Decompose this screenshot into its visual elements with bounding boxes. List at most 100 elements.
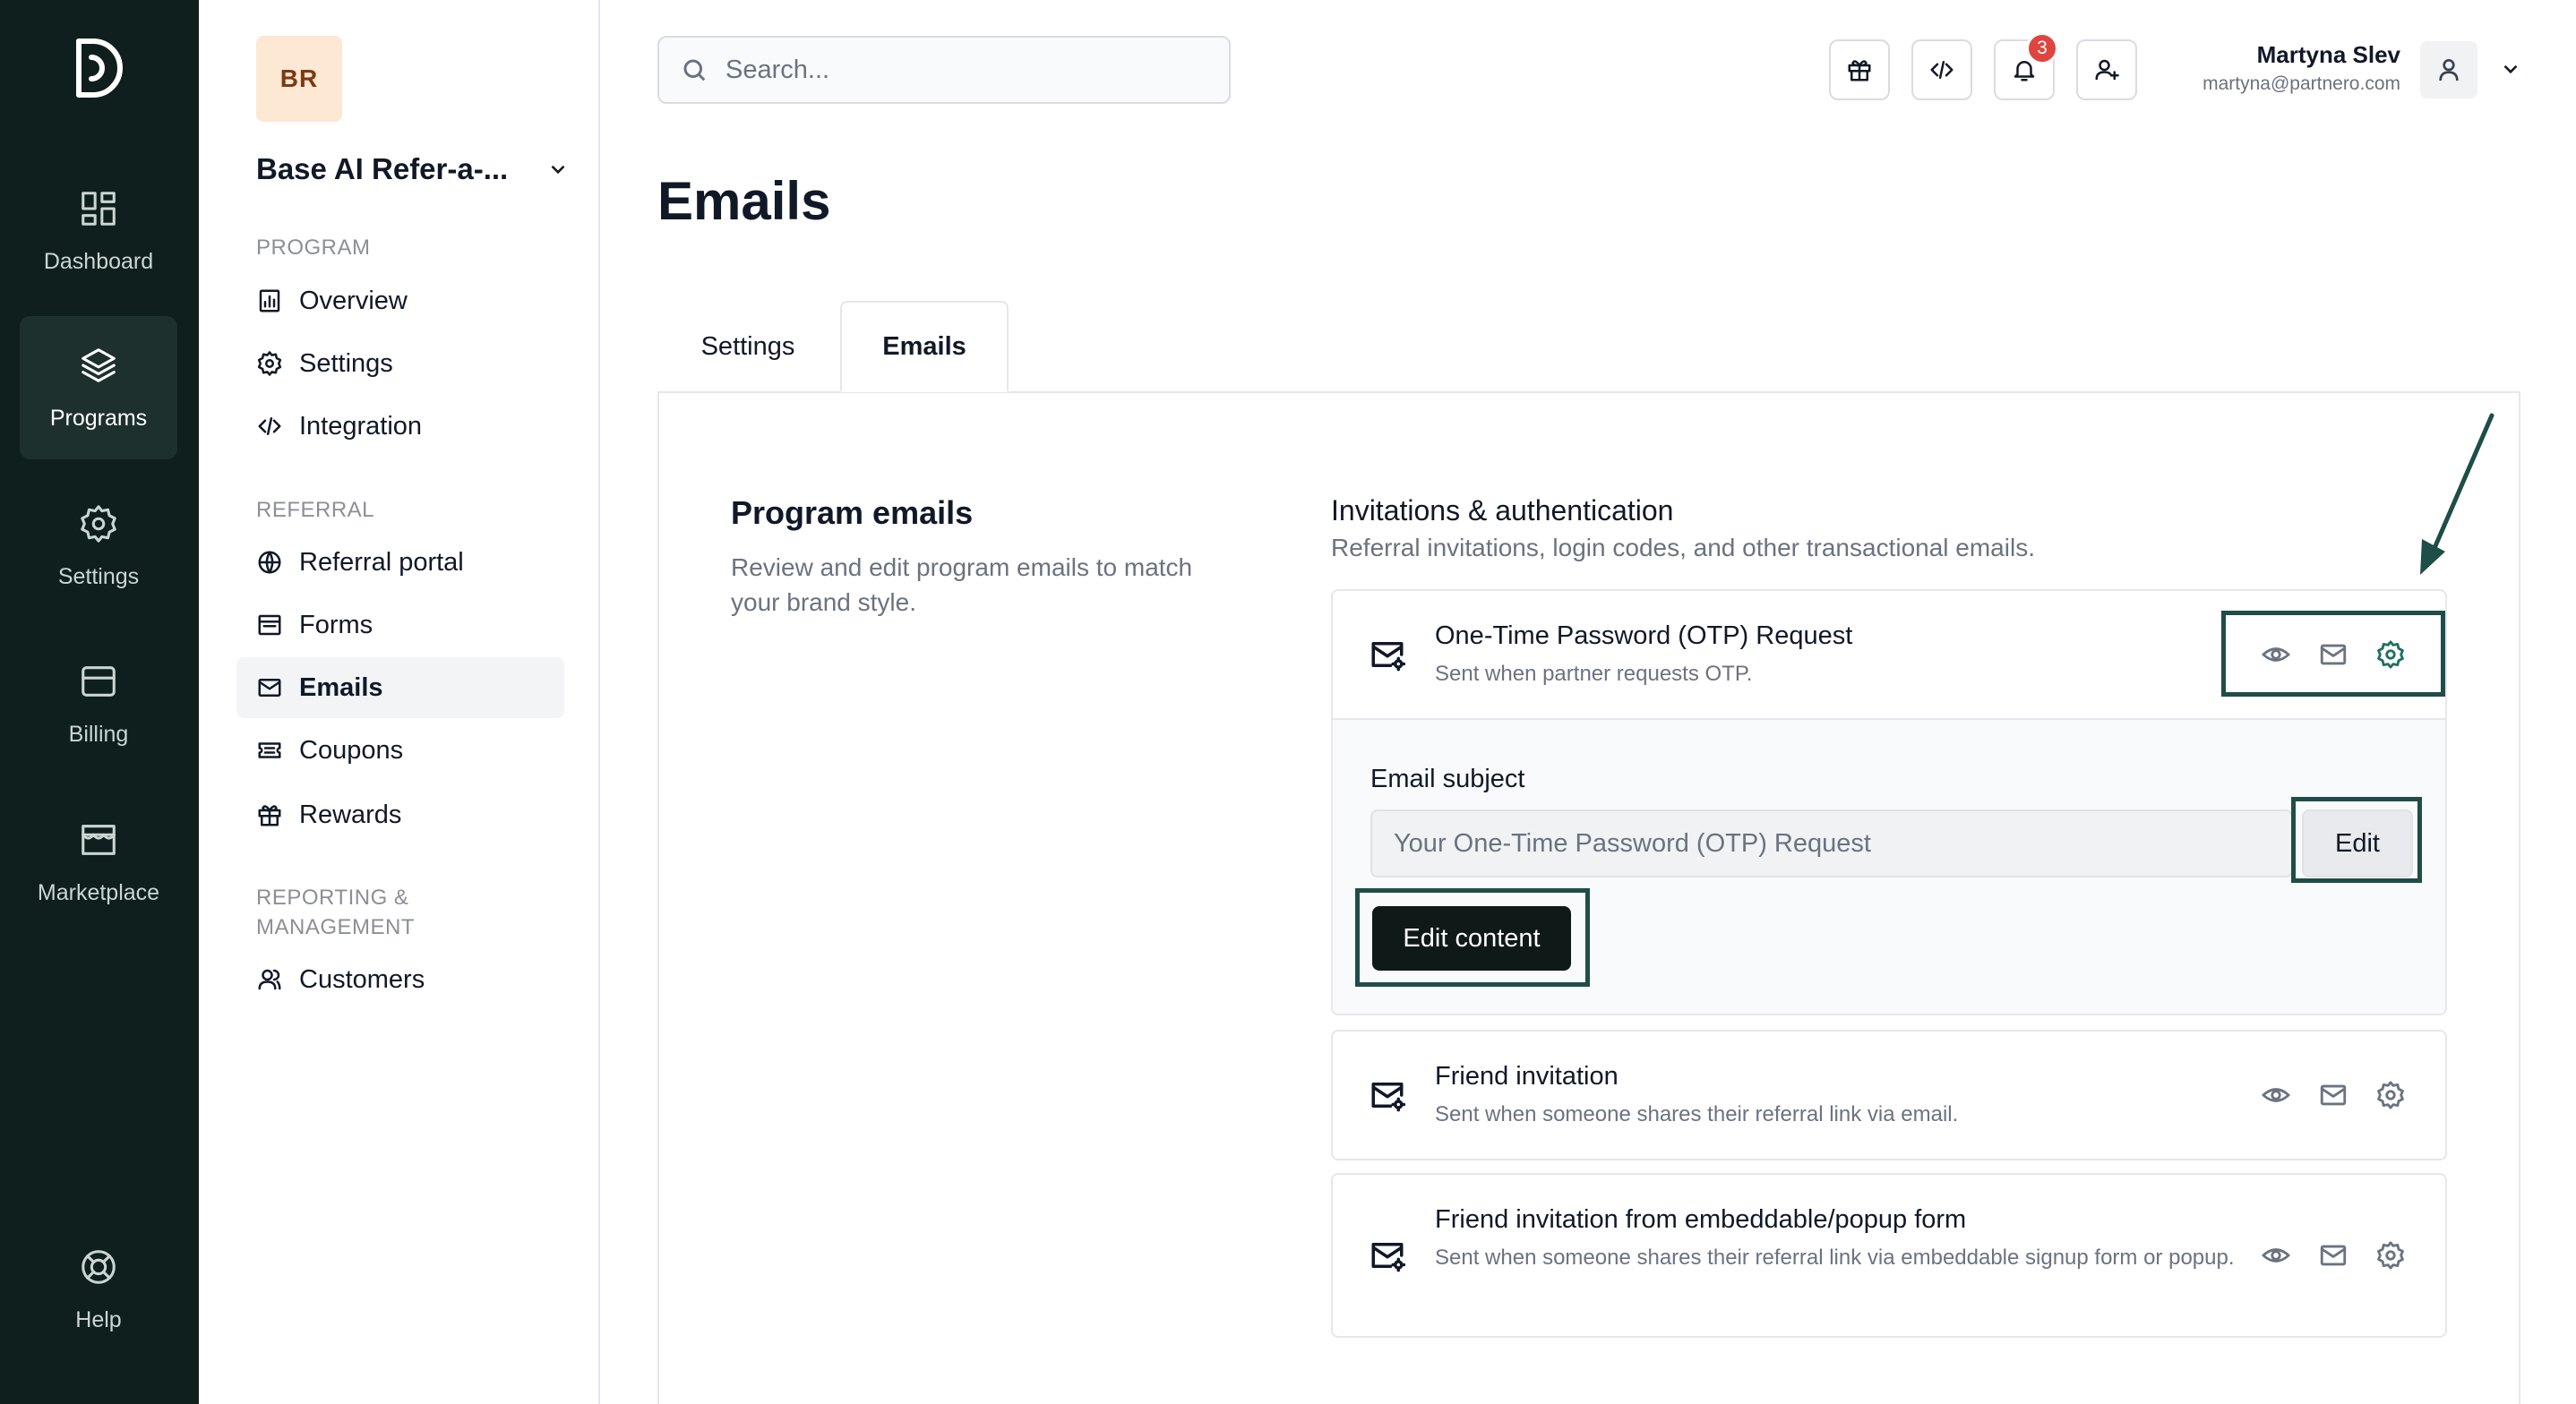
rail-item-dashboard[interactable]: Dashboard (20, 159, 177, 303)
tab-emails[interactable]: Emails (840, 301, 1009, 392)
notification-count-badge: 3 (2026, 32, 2058, 64)
send-test-button[interactable] (2318, 1080, 2348, 1110)
billing-icon (82, 665, 116, 697)
email-title: One-Time Password (OTP) Request (1435, 621, 1853, 650)
rail-item-settings[interactable]: Settings (20, 475, 177, 618)
code-icon (1930, 61, 1953, 79)
mail-icon (258, 679, 281, 697)
email-subject-input[interactable] (1370, 809, 2293, 878)
sidebar-item-customers[interactable]: Customers (236, 949, 564, 1010)
gear-icon (81, 504, 116, 543)
sidebar-item-label: Coupons (299, 735, 404, 765)
email-actions (2261, 1240, 2406, 1271)
chevron-down-icon (2503, 64, 2518, 74)
store-icon (82, 824, 116, 855)
email-title: Friend invitation from embeddable/popup … (1435, 1205, 1967, 1234)
mail-icon (2320, 1245, 2347, 1266)
users-icon (258, 969, 281, 990)
search-box[interactable] (657, 36, 1231, 104)
program-emails-title: Program emails (731, 494, 974, 531)
search-icon (683, 59, 706, 81)
sidebar-item-integration[interactable]: Integration (236, 396, 564, 457)
gear-icon (257, 351, 282, 376)
user-email: martyna@partnero.com (2202, 73, 2400, 94)
email-subtitle: Sent when partner requests OTP. (1435, 662, 1753, 686)
code-icon (258, 417, 281, 435)
highlight-edit-content-box (1355, 888, 1590, 987)
invite-user-button[interactable] (2076, 39, 2137, 100)
rail-item-label: Marketplace (37, 879, 160, 905)
sidebar-item-forms[interactable]: Forms (236, 595, 564, 655)
preview-button[interactable] (2261, 1240, 2291, 1271)
sidebar-item-emails[interactable]: Emails (236, 657, 564, 718)
email-subtitle: Sent when someone shares their referral … (1435, 1246, 2235, 1270)
group-description: Referral invitations, login codes, and o… (1331, 534, 2035, 561)
rail-item-label: Dashboard (43, 248, 154, 274)
sidebar-item-rewards[interactable]: Rewards (236, 784, 564, 845)
rail-item-help[interactable]: Help (20, 1218, 177, 1361)
chart-icon (259, 289, 280, 312)
notifications-button[interactable]: 3 (1994, 32, 2058, 100)
tab-settings[interactable]: Settings (657, 301, 838, 392)
sidebar-item-settings[interactable]: Settings (236, 333, 564, 394)
sidebar-item-label: Forms (299, 610, 374, 639)
eye-icon (2262, 1248, 2290, 1263)
mail-settings-icon (1369, 1237, 1406, 1274)
group-title: Invitations & authentication (1331, 494, 1674, 526)
email-card-header[interactable]: Friend invitation from embeddable/popup … (1333, 1175, 2445, 1336)
email-actions (2261, 1080, 2406, 1110)
preview-button[interactable] (2261, 1080, 2291, 1110)
program-sidebar: BR Base AI Refer-a-... PROGRAM Overview … (199, 0, 600, 1404)
code-button[interactable] (1911, 39, 1972, 100)
rail-item-label: Help (75, 1306, 122, 1332)
user-plus-icon (2095, 59, 2119, 81)
org-avatar: BR (256, 36, 342, 122)
email-card-friend-invitation-embeddable: Friend invitation from embeddable/popup … (1331, 1173, 2447, 1338)
primary-rail: Dashboard Programs Settings Billing Mark… (0, 0, 199, 1404)
chevron-down-icon (551, 165, 565, 175)
section-label-reporting: REPORTING & MANAGEMENT (256, 886, 416, 939)
sidebar-item-overview[interactable]: Overview (236, 270, 564, 331)
org-name: Base AI Refer-a-... (256, 152, 509, 185)
gear-icon (2377, 1241, 2404, 1270)
eye-icon (2262, 1088, 2290, 1102)
user-icon (2439, 59, 2459, 81)
rail-item-billing[interactable]: Billing (20, 632, 177, 775)
sidebar-item-coupons[interactable]: Coupons (236, 720, 564, 781)
email-subject-label: Email subject (1370, 765, 1525, 793)
email-settings-button[interactable] (2375, 1240, 2406, 1271)
sidebar-item-referral-portal[interactable]: Referral portal (236, 532, 564, 593)
form-icon (258, 614, 281, 636)
user-menu-toggle[interactable] (2499, 57, 2522, 81)
org-switcher[interactable]: Base AI Refer-a-... (256, 149, 570, 190)
gift-icon (258, 805, 281, 826)
ticket-icon (258, 742, 281, 758)
mail-icon (2320, 1084, 2347, 1106)
email-settings-button[interactable] (2375, 1080, 2406, 1110)
gear-icon (2377, 1081, 2404, 1109)
sidebar-item-label: Rewards (299, 800, 402, 829)
gift-button[interactable] (1829, 39, 1890, 100)
annotation-arrow-icon (2420, 413, 2494, 575)
rail-item-label: Billing (68, 721, 129, 747)
page-title: Emails (657, 171, 831, 231)
user-avatar[interactable] (2420, 41, 2477, 98)
dashboard-icon (82, 191, 116, 226)
highlight-edit-box (2291, 797, 2422, 883)
user-name: Martyna Slev (2256, 41, 2400, 68)
gift-icon (1848, 60, 1871, 81)
search-input[interactable] (726, 55, 1191, 85)
rail-item-programs[interactable]: Programs (20, 316, 177, 459)
partnero-logo[interactable] (70, 32, 127, 104)
sidebar-item-label: Integration (299, 411, 423, 441)
email-card-friend-invitation: Friend invitation Sent when someone shar… (1331, 1030, 2447, 1160)
send-test-button[interactable] (2318, 1240, 2348, 1271)
program-emails-description: Review and edit program emails to match … (731, 553, 1193, 616)
email-card-header[interactable]: Friend invitation Sent when someone shar… (1333, 1032, 2445, 1159)
rail-item-marketplace[interactable]: Marketplace (20, 791, 177, 934)
email-subtitle: Sent when someone shares their referral … (1435, 1102, 1959, 1126)
section-label-referral: REFERRAL (256, 498, 375, 522)
rail-item-label: Settings (57, 563, 140, 589)
layers-icon (82, 347, 116, 382)
mail-settings-icon (1369, 636, 1406, 673)
